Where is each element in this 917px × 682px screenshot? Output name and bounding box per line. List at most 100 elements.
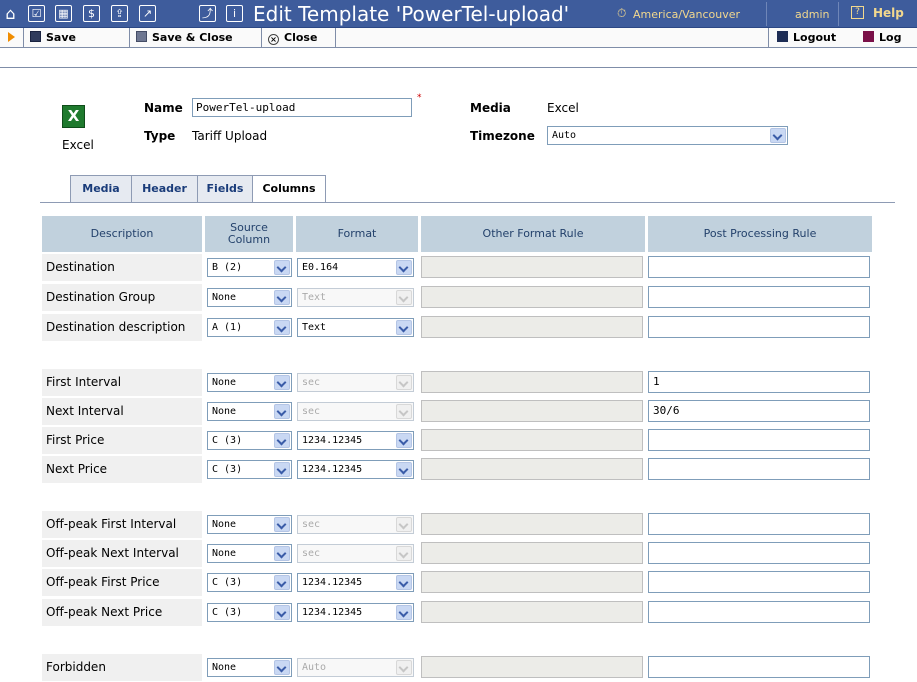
- chevron-down-icon[interactable]: [274, 375, 290, 390]
- post-processing-rule-input[interactable]: [648, 286, 870, 308]
- save-label: Save: [46, 31, 76, 44]
- format-select[interactable]: 1234.12345: [297, 431, 414, 450]
- chevron-down-icon[interactable]: [396, 260, 412, 275]
- source-column-select[interactable]: None: [207, 373, 292, 392]
- post-processing-rule-input[interactable]: [648, 656, 870, 678]
- format-select[interactable]: Text: [297, 318, 414, 337]
- info-icon[interactable]: i: [226, 5, 243, 22]
- format-select: Auto: [297, 658, 414, 677]
- logout-button[interactable]: Logout: [771, 28, 847, 48]
- chart-icon[interactable]: ⤴: [199, 5, 216, 22]
- post-processing-rule-input[interactable]: [648, 316, 870, 338]
- name-label: Name: [144, 101, 183, 115]
- log-button[interactable]: Log: [857, 28, 917, 48]
- statistics-icon[interactable]: ↗: [139, 5, 156, 22]
- other-format-rule-input: [421, 256, 643, 278]
- chevron-down-icon: [396, 375, 412, 390]
- chevron-down-icon[interactable]: [274, 320, 290, 335]
- toolbar-strip: Save Save & Close × Close Logout Log: [0, 28, 917, 48]
- tab-header[interactable]: Header: [131, 175, 198, 202]
- play-icon[interactable]: [8, 32, 15, 42]
- format-value: Text: [302, 292, 327, 303]
- post-processing-rule-input[interactable]: [648, 429, 870, 451]
- source-column-select[interactable]: C (3): [207, 573, 292, 592]
- source-column-select[interactable]: C (3): [207, 431, 292, 450]
- format-select: Text: [297, 288, 414, 307]
- post-processing-rule-input[interactable]: [648, 256, 870, 278]
- row-label: First Interval: [46, 375, 122, 389]
- source-column-select[interactable]: None: [207, 402, 292, 421]
- post-processing-rule-input[interactable]: [648, 513, 870, 535]
- save-close-button[interactable]: Save & Close: [130, 28, 262, 48]
- chevron-down-icon[interactable]: [274, 660, 290, 675]
- post-processing-rule-input[interactable]: 30/6: [648, 400, 870, 422]
- chevron-down-icon[interactable]: [396, 462, 412, 477]
- format-select[interactable]: E0.164: [297, 258, 414, 277]
- chevron-down-icon[interactable]: [274, 290, 290, 305]
- chevron-down-icon[interactable]: [770, 128, 786, 143]
- source-column-select[interactable]: A (1): [207, 318, 292, 337]
- post-processing-rule-input[interactable]: [648, 571, 870, 593]
- billing-icon[interactable]: $: [83, 5, 100, 22]
- column-header-format: Format: [296, 216, 418, 252]
- timezone-label: Timezone: [470, 129, 535, 143]
- source-column-select[interactable]: None: [207, 515, 292, 534]
- save-icon: [30, 31, 41, 42]
- source-column-select[interactable]: None: [207, 288, 292, 307]
- save-button[interactable]: Save: [24, 28, 130, 48]
- format-value: Auto: [302, 662, 327, 673]
- close-button[interactable]: × Close: [262, 28, 336, 48]
- post-processing-rule-input[interactable]: 1: [648, 371, 870, 393]
- post-processing-rule-input[interactable]: [648, 458, 870, 480]
- source-column-select[interactable]: C (3): [207, 460, 292, 479]
- source-column-value: None: [212, 548, 237, 559]
- chevron-down-icon[interactable]: [396, 320, 412, 335]
- chevron-down-icon[interactable]: [274, 462, 290, 477]
- post-processing-rule-input[interactable]: [648, 601, 870, 623]
- other-format-rule-input: [421, 458, 643, 480]
- close-label: Close: [284, 31, 318, 44]
- upload-icon[interactable]: ⇪: [111, 5, 128, 22]
- format-select: sec: [297, 402, 414, 421]
- chevron-down-icon[interactable]: [274, 404, 290, 419]
- tab-divider: [40, 202, 895, 203]
- name-input[interactable]: [192, 98, 412, 117]
- required-marker: *: [417, 93, 422, 103]
- chevron-down-icon[interactable]: [396, 433, 412, 448]
- media-label: Media: [470, 101, 511, 115]
- source-column-select[interactable]: B (2): [207, 258, 292, 277]
- chevron-down-icon[interactable]: [274, 433, 290, 448]
- post-processing-rule-input[interactable]: [648, 542, 870, 564]
- timezone-select[interactable]: Auto: [547, 126, 788, 145]
- chevron-down-icon[interactable]: [274, 260, 290, 275]
- chevron-down-icon[interactable]: [274, 605, 290, 620]
- format-select[interactable]: 1234.12345: [297, 460, 414, 479]
- help-icon[interactable]: ?: [851, 6, 864, 19]
- other-format-rule-input: [421, 601, 643, 623]
- home-icon[interactable]: ⌂: [2, 5, 19, 22]
- format-select[interactable]: 1234.12345: [297, 573, 414, 592]
- user-link[interactable]: admin: [795, 8, 829, 21]
- tab-media[interactable]: Media: [70, 175, 132, 202]
- checklist-icon[interactable]: ☑: [28, 5, 45, 22]
- column-header-post-processing-rule: Post Processing Rule: [648, 216, 872, 252]
- other-format-rule-input: [421, 656, 643, 678]
- tab-fields[interactable]: Fields: [197, 175, 253, 202]
- divider: [766, 2, 767, 26]
- other-format-rule-input: [421, 571, 643, 593]
- grid-icon[interactable]: ▦: [55, 5, 72, 22]
- tab-columns[interactable]: Columns: [252, 175, 326, 203]
- help-link[interactable]: Help: [873, 6, 904, 20]
- other-format-rule-input: [421, 429, 643, 451]
- source-column-select[interactable]: C (3): [207, 603, 292, 622]
- chevron-down-icon[interactable]: [274, 546, 290, 561]
- timezone-link[interactable]: America/Vancouver: [633, 8, 740, 21]
- format-select[interactable]: 1234.12345: [297, 603, 414, 622]
- source-column-select[interactable]: None: [207, 544, 292, 563]
- chevron-down-icon[interactable]: [274, 517, 290, 532]
- source-column-select[interactable]: None: [207, 658, 292, 677]
- chevron-down-icon[interactable]: [396, 605, 412, 620]
- chevron-down-icon[interactable]: [396, 575, 412, 590]
- chevron-down-icon[interactable]: [274, 575, 290, 590]
- format-value: 1234.12345: [302, 577, 363, 588]
